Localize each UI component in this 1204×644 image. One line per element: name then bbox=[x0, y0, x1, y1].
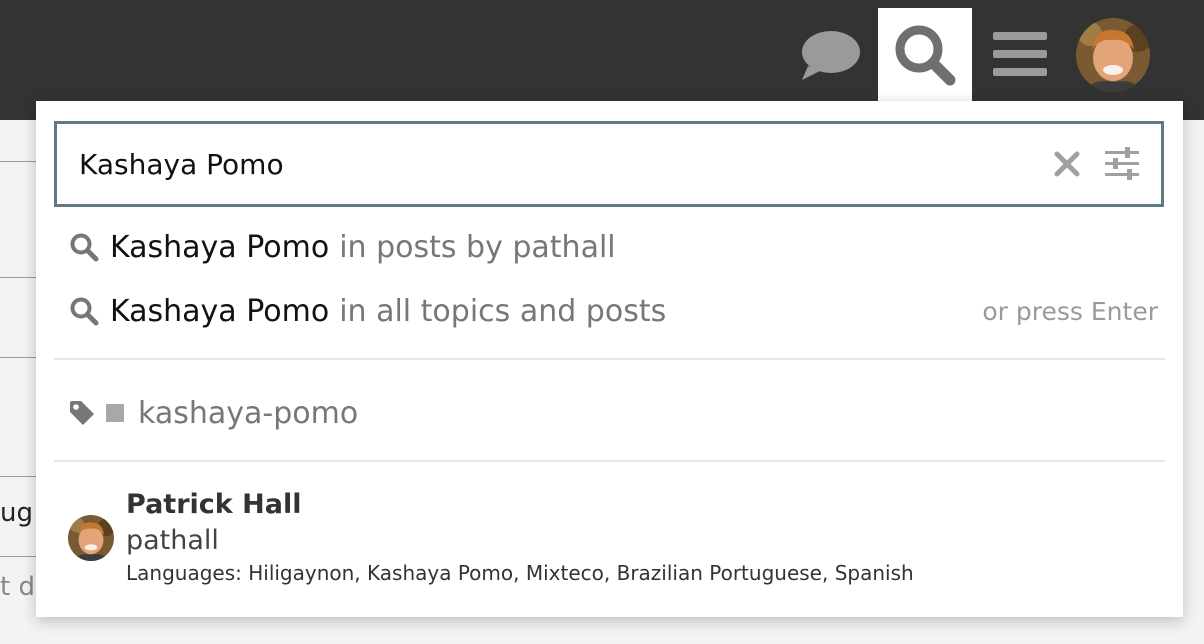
username: pathall bbox=[126, 525, 219, 556]
close-icon[interactable] bbox=[1052, 149, 1082, 179]
tag-icon bbox=[70, 401, 94, 425]
suggestion-context: in posts by pathall bbox=[339, 229, 616, 265]
suggestion-context: in all topics and posts bbox=[339, 293, 667, 329]
user-full-name: Patrick Hall bbox=[126, 489, 302, 520]
tag-result[interactable]: kashaya-pomo bbox=[68, 389, 468, 437]
chat-icon[interactable] bbox=[798, 28, 862, 84]
search-icon bbox=[70, 297, 99, 326]
sliders-icon[interactable] bbox=[1103, 145, 1141, 181]
divider bbox=[0, 556, 36, 557]
suggestion-term: Kashaya Pomo bbox=[110, 229, 330, 265]
divider bbox=[0, 357, 36, 358]
user-avatar[interactable] bbox=[1076, 18, 1150, 92]
suggestion-term: Kashaya Pomo bbox=[110, 293, 330, 329]
tag-color-swatch bbox=[106, 404, 124, 422]
hamburger-menu-icon[interactable] bbox=[990, 28, 1050, 80]
search-icon bbox=[70, 233, 99, 262]
search-icon[interactable] bbox=[892, 22, 958, 88]
search-panel: Kashaya Pomo in posts by pathall Kashaya… bbox=[36, 101, 1183, 617]
divider bbox=[54, 460, 1165, 462]
background-text: t d bbox=[0, 572, 35, 602]
divider bbox=[0, 161, 36, 162]
background-text: ug bbox=[0, 498, 33, 528]
enter-hint: or press Enter bbox=[982, 296, 1158, 326]
user-result[interactable]: Patrick Hall pathall Languages: Hiligayn… bbox=[68, 485, 1158, 595]
search-suggestion[interactable]: Kashaya Pomo in all topics and posts or … bbox=[68, 287, 1158, 335]
tag-name: kashaya-pomo bbox=[138, 395, 359, 431]
avatar bbox=[68, 515, 114, 561]
divider bbox=[0, 476, 36, 477]
search-suggestion[interactable]: Kashaya Pomo in posts by pathall bbox=[68, 223, 1158, 271]
divider bbox=[0, 277, 36, 278]
user-languages: Languages: Hiligaynon, Kashaya Pomo, Mix… bbox=[126, 561, 914, 585]
divider bbox=[54, 358, 1165, 360]
search-input[interactable] bbox=[79, 141, 1019, 187]
search-box bbox=[54, 121, 1164, 207]
